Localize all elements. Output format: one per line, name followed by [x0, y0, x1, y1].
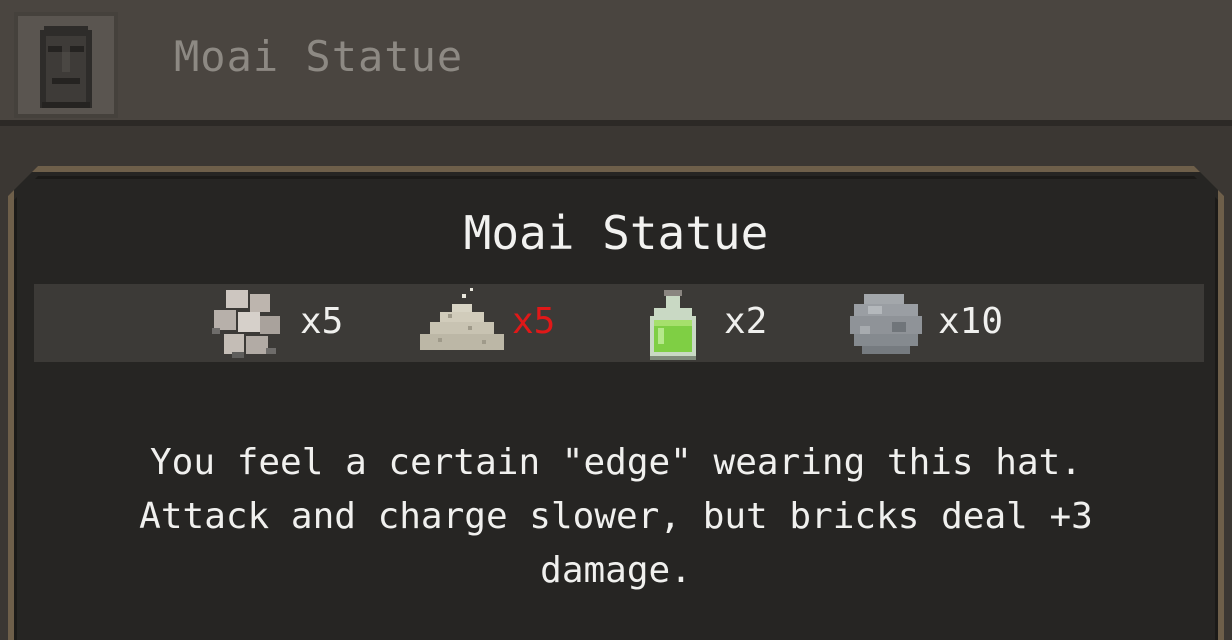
- recipe-list-item[interactable]: Moai Statue: [0, 0, 1232, 126]
- ingredient-sand: x5: [418, 284, 568, 362]
- boulder-icon: [850, 294, 922, 354]
- recipe-icon-slot: [14, 12, 118, 118]
- description-line: Attack and charge slower, but bricks dea…: [139, 496, 1093, 537]
- ingredient-boulder: x10: [846, 284, 1016, 362]
- moai-head-icon: [40, 26, 92, 108]
- ingredient-potion: x2: [638, 284, 788, 362]
- ingredient-stone: x5: [206, 284, 356, 362]
- ingredient-quantity: x5: [512, 301, 556, 342]
- description-line: damage.: [540, 550, 692, 591]
- recipe-name: Moai Statue: [174, 32, 464, 81]
- sand-pile-icon: [420, 288, 504, 350]
- description-line: You feel a certain "edge" wearing this h…: [150, 442, 1082, 483]
- stone-rubble-icon: [212, 290, 280, 358]
- ingredient-quantity: x10: [938, 301, 1004, 342]
- tooltip-title: Moai Statue: [463, 206, 769, 260]
- ingredient-quantity: x5: [300, 301, 344, 342]
- crafting-screen: Moai Statue Moai Statue x5 x5 x2 x10 You…: [0, 0, 1232, 640]
- ingredient-cost-bar: x5 x5 x2 x10: [34, 284, 1204, 362]
- item-description: You feel a certain "edge" wearing this h…: [60, 436, 1172, 598]
- green-potion-icon: [650, 290, 696, 360]
- ingredient-quantity: x2: [724, 301, 768, 342]
